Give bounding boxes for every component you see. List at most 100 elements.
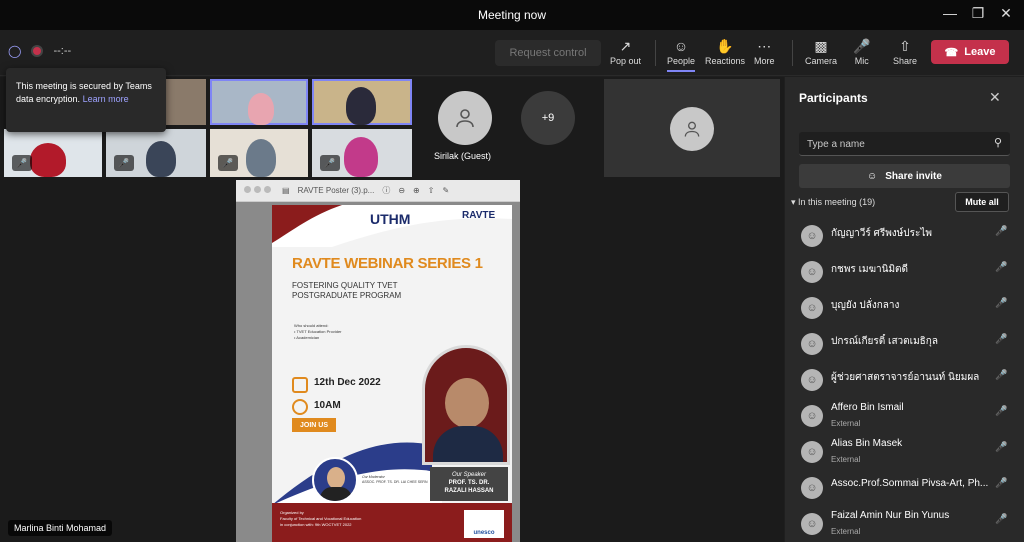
avatar: ☺ (801, 441, 823, 463)
video-tile[interactable]: 🎤 (106, 129, 206, 177)
participant-video (344, 137, 378, 177)
speaker-name: PROF. TS. DR. (448, 480, 490, 486)
shared-screen[interactable]: ▤ RAVTE Poster (3).p... ⓘ ⊖ ⊕ ⇧ ✎ UTHM R… (236, 180, 520, 542)
poster-subtitle: FOSTERING QUALITY TVET POSTGRADUATE PROG… (292, 281, 401, 301)
toolbar-divider (792, 40, 793, 66)
mic-muted-icon: 🎤 (12, 155, 32, 171)
leave-label: Leave (964, 46, 996, 58)
guest-name: Sirilak (Guest) (434, 151, 492, 161)
people-button[interactable]: ☺ People (667, 36, 696, 72)
avatar: ☺ (801, 405, 823, 427)
minimize-icon[interactable]: — (940, 5, 960, 21)
camera-off-icon: ▩ (814, 38, 828, 54)
participant-row[interactable]: ☺ กชพร เมฆานิมิตดี 🎤 (785, 253, 1024, 289)
avatar: ☺ (801, 333, 823, 355)
mic-muted-icon: 🎤 (320, 155, 340, 171)
participant-row[interactable]: ☺ ผู้ช่วยศาสตราจารย์อานนท์ นิยมผล 🎤 (785, 361, 1024, 397)
participant-row[interactable]: ☺ บุญยัง ปลั่งกลาง 🎤 (785, 289, 1024, 325)
participant-video (346, 87, 376, 125)
mic-muted-icon: 🎤 (995, 226, 1008, 237)
moderator-face (327, 467, 345, 489)
speaker-role: Our Speaker (451, 472, 487, 478)
zoom-out-icon: ⊖ (398, 186, 406, 195)
leave-button[interactable]: ☎ Leave (931, 40, 1009, 64)
participant-name: ปกรณ์เกียรติ์ เสวตเมธิกุล (831, 336, 938, 347)
participant-row[interactable]: ☺ Affero Bin Ismail External 🎤 (785, 397, 1024, 433)
participant-name: บุญยัง ปลั่งกลาง (831, 300, 900, 311)
video-tile[interactable]: 🎤 (210, 129, 308, 177)
reactions-button[interactable]: ✋ Reactions (705, 36, 745, 72)
video-tile[interactable] (210, 79, 308, 125)
toolbar-left: ◯ --:-- (8, 44, 71, 58)
mic-muted-icon: 🎤 (995, 406, 1008, 417)
participant-video (146, 141, 176, 177)
speaker-face (445, 378, 489, 428)
share-invite-button[interactable]: ☺ Share invite (799, 164, 1010, 188)
video-tile[interactable] (312, 79, 412, 125)
video-tile[interactable] (604, 79, 780, 177)
unesco-logo: unesco (464, 510, 504, 538)
participant-row[interactable]: ☺ กัญญาวีร์ ศรีพงษ์ประไพ 🎤 (785, 217, 1024, 253)
speaker-photo (422, 345, 510, 465)
participant-list: ☺ กัญญาวีร์ ศรีพงษ์ประไพ 🎤 ☺ กชพร เมฆานิ… (785, 217, 1024, 541)
recording-icon (31, 45, 44, 57)
moderator-label: Our Moderator ASSOC. PROF. TS. DR. LAI C… (362, 475, 427, 485)
search-input[interactable] (807, 136, 977, 152)
pop-out-label: Pop out (610, 56, 642, 66)
calendar-icon (292, 377, 308, 393)
mic-muted-icon: 🎤 (995, 298, 1008, 309)
participant-row[interactable]: ☺ Faizal Amin Nur Bin Yunus External 🎤 (785, 505, 1024, 541)
avatar: ☺ (801, 369, 823, 391)
participant-external-tag: External (831, 527, 861, 536)
event-time: 10AM (314, 400, 341, 411)
request-control-button[interactable]: Request control (495, 40, 601, 66)
camera-label: Camera (805, 56, 838, 66)
window-title: Meeting now (477, 8, 547, 22)
avatar: ☺ (801, 261, 823, 283)
participants-panel: Participants ✕ ⚲ ☺ Share invite ▾ In thi… (785, 77, 1024, 542)
mic-button[interactable]: 🎤 Mic (853, 36, 870, 72)
shield-icon[interactable]: ◯ (8, 44, 21, 58)
participant-video (248, 93, 274, 125)
search-icon[interactable]: ⚲ (994, 136, 1002, 149)
mic-muted-icon: 🎤 (114, 155, 134, 171)
meeting-stage: 🎤 🎤 🎤 🎤 Sirilak (Guest) +9 ▤ RAVTE Poste… (0, 77, 784, 542)
webinar-poster: UTHM RAVTE RAVTE WEBINAR SERIES 1 FOSTER… (272, 205, 512, 542)
guest-avatar[interactable] (438, 91, 492, 145)
mic-on-icon: 🎤 (995, 334, 1008, 345)
close-icon[interactable]: ✕ (996, 5, 1016, 22)
learn-more-link[interactable]: Learn more (83, 94, 129, 104)
info-icon: ⓘ (382, 186, 391, 195)
phone-hangup-icon: ☎ (944, 46, 959, 59)
pdf-page-area: UTHM RAVTE RAVTE WEBINAR SERIES 1 FOSTER… (236, 202, 520, 542)
close-panel-icon[interactable]: ✕ (989, 89, 1001, 106)
participant-row[interactable]: ☺ Alias Bin Masek External 🎤 (785, 433, 1024, 469)
video-tile[interactable]: 🎤 (312, 129, 412, 177)
person-icon (456, 109, 474, 128)
restore-icon[interactable]: ❐ (968, 5, 988, 22)
participant-search: ⚲ (799, 132, 1010, 156)
mic-muted-icon: 🎤 (218, 155, 238, 171)
moderator-photo (312, 457, 358, 503)
participant-row[interactable]: ☺ ปกรณ์เกียรติ์ เสวตเมธิกุล 🎤 (785, 325, 1024, 361)
mic-off-icon: 🎤 (853, 38, 871, 54)
share-invite-icon: ☺ (867, 170, 878, 182)
reactions-icon: ✋ (716, 38, 734, 54)
sidebar-icon: ▤ (282, 186, 290, 195)
subtitle-line: FOSTERING QUALITY TVET (292, 281, 398, 290)
mic-label: Mic (854, 56, 869, 66)
more-button[interactable]: ⋯ More (754, 36, 775, 72)
mute-all-button[interactable]: Mute all (955, 192, 1009, 212)
overflow-participants[interactable]: +9 (521, 91, 575, 145)
mic-muted-icon: 🎤 (995, 478, 1008, 489)
in-meeting-header[interactable]: ▾ In this meeting (19) (791, 197, 875, 208)
video-tile[interactable]: 🎤 (4, 129, 102, 177)
uthm-logo: UTHM (370, 211, 411, 227)
moderator-suit (320, 487, 352, 501)
organizer-text: Organized by Faculty of Technical and Vo… (280, 510, 361, 528)
camera-button[interactable]: ▩ Camera (805, 36, 837, 72)
share-button[interactable]: ⇧ Share (893, 36, 917, 72)
participant-row[interactable]: ☺ Assoc.Prof.Sommai Pivsa-Art, Ph... 🎤 (785, 469, 1024, 505)
mic-muted-icon: 🎤 (995, 262, 1008, 273)
pop-out-button[interactable]: ↗ Pop out (610, 36, 641, 72)
